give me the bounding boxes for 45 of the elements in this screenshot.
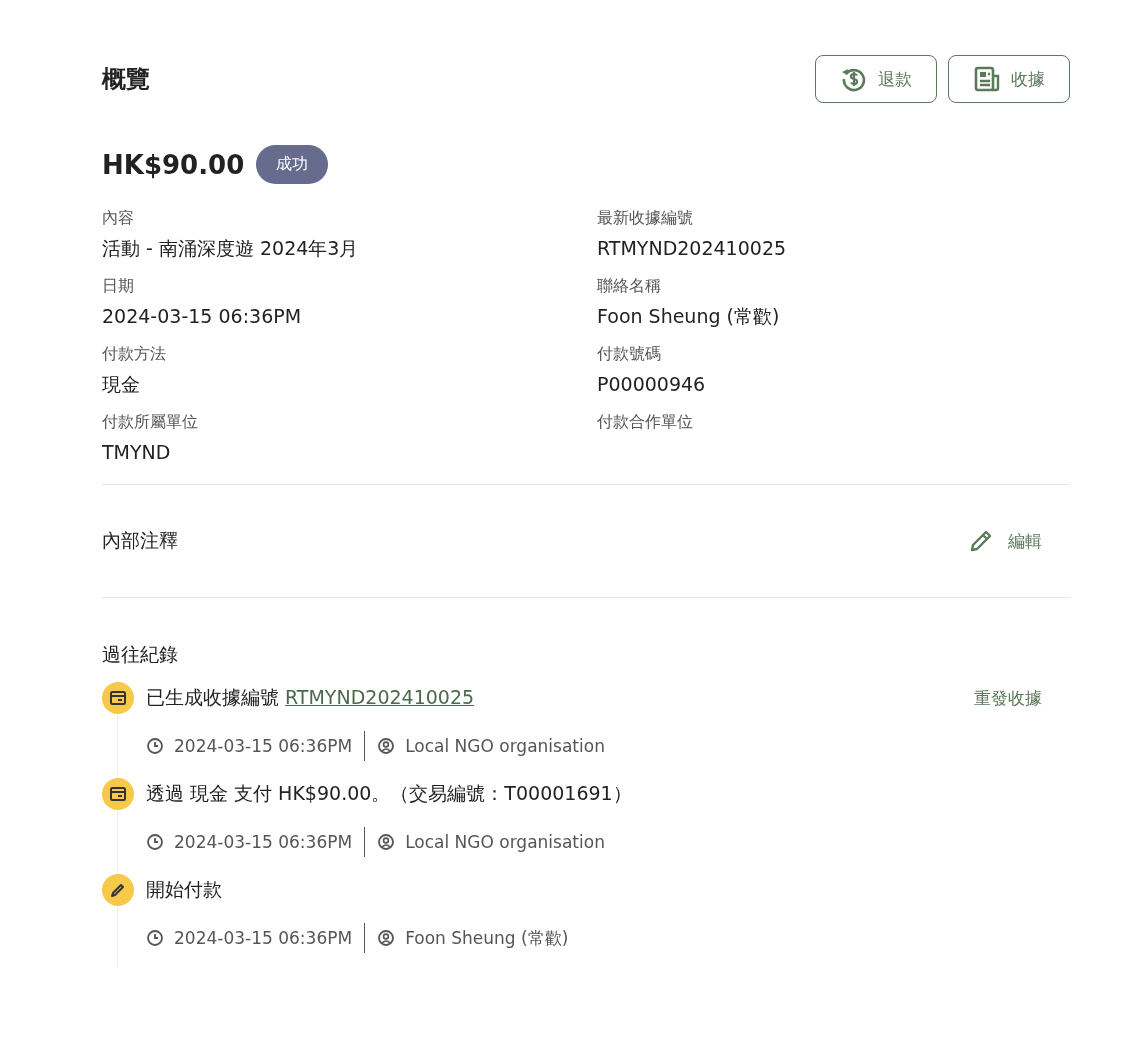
user-name: Local NGO organisation xyxy=(405,832,605,852)
user-icon xyxy=(377,737,396,755)
field-value: 2024-03-15 06:36PM xyxy=(102,304,303,329)
field-value: 活動 - 南涌深度遊 2024年3月 xyxy=(102,236,360,261)
status-badge: 成功 xyxy=(256,145,329,184)
field-label: 日期 xyxy=(102,275,135,297)
field-label: 內容 xyxy=(102,207,135,229)
field-value: P00000946 xyxy=(597,372,707,397)
resend-receipt-button[interactable]: 重發收據 xyxy=(968,685,1048,711)
pencil-icon xyxy=(102,874,134,906)
field-label: 聯絡名稱 xyxy=(597,275,662,297)
section-title: 內部注釋 xyxy=(102,528,178,553)
document-icon xyxy=(973,65,1001,93)
amount: HK$90.00 xyxy=(102,149,245,180)
clock-icon xyxy=(146,737,164,755)
field-label: 付款號碼 xyxy=(597,343,662,365)
card-icon xyxy=(102,682,134,714)
edit-button[interactable]: 編輯 xyxy=(962,527,1048,555)
field-label: 付款合作單位 xyxy=(597,411,694,433)
receipt-link[interactable]: RTMYND202410025 xyxy=(285,686,475,708)
history-entry: 開始付款 xyxy=(146,877,223,902)
card-icon xyxy=(102,778,134,810)
timestamp: 2024-03-15 06:36PM xyxy=(174,736,353,756)
field-label: 最新收據編號 xyxy=(597,207,694,229)
field-value: RTMYND202410025 xyxy=(597,236,788,261)
timestamp: 2024-03-15 06:36PM xyxy=(174,928,353,948)
section-title: 過往紀錄 xyxy=(102,642,179,667)
user-icon xyxy=(377,929,396,947)
pencil-icon xyxy=(968,528,994,554)
receipt-button[interactable]: 收據 xyxy=(948,55,1070,103)
user-name: Local NGO organisation xyxy=(405,736,605,756)
field-label: 付款所屬單位 xyxy=(102,411,199,433)
user-icon xyxy=(377,833,396,851)
field-value: Foon Sheung (常歡) xyxy=(597,304,781,329)
field-value: 現金 xyxy=(102,372,141,397)
user-name: Foon Sheung (常歡) xyxy=(405,926,569,950)
timestamp: 2024-03-15 06:36PM xyxy=(174,832,353,852)
history-entry: 已生成收據編號 RTMYND202410025 xyxy=(146,685,476,710)
clock-icon xyxy=(146,833,164,851)
history-entry: 透過 現金 支付 HK$90.00。（交易編號：T00001691） xyxy=(146,781,633,806)
refund-button[interactable]: 退款 xyxy=(815,55,937,103)
field-value: TMYND xyxy=(102,440,172,465)
field-label: 付款方法 xyxy=(102,343,167,365)
page-title: 概覽 xyxy=(102,64,150,95)
clock-icon xyxy=(146,929,164,947)
